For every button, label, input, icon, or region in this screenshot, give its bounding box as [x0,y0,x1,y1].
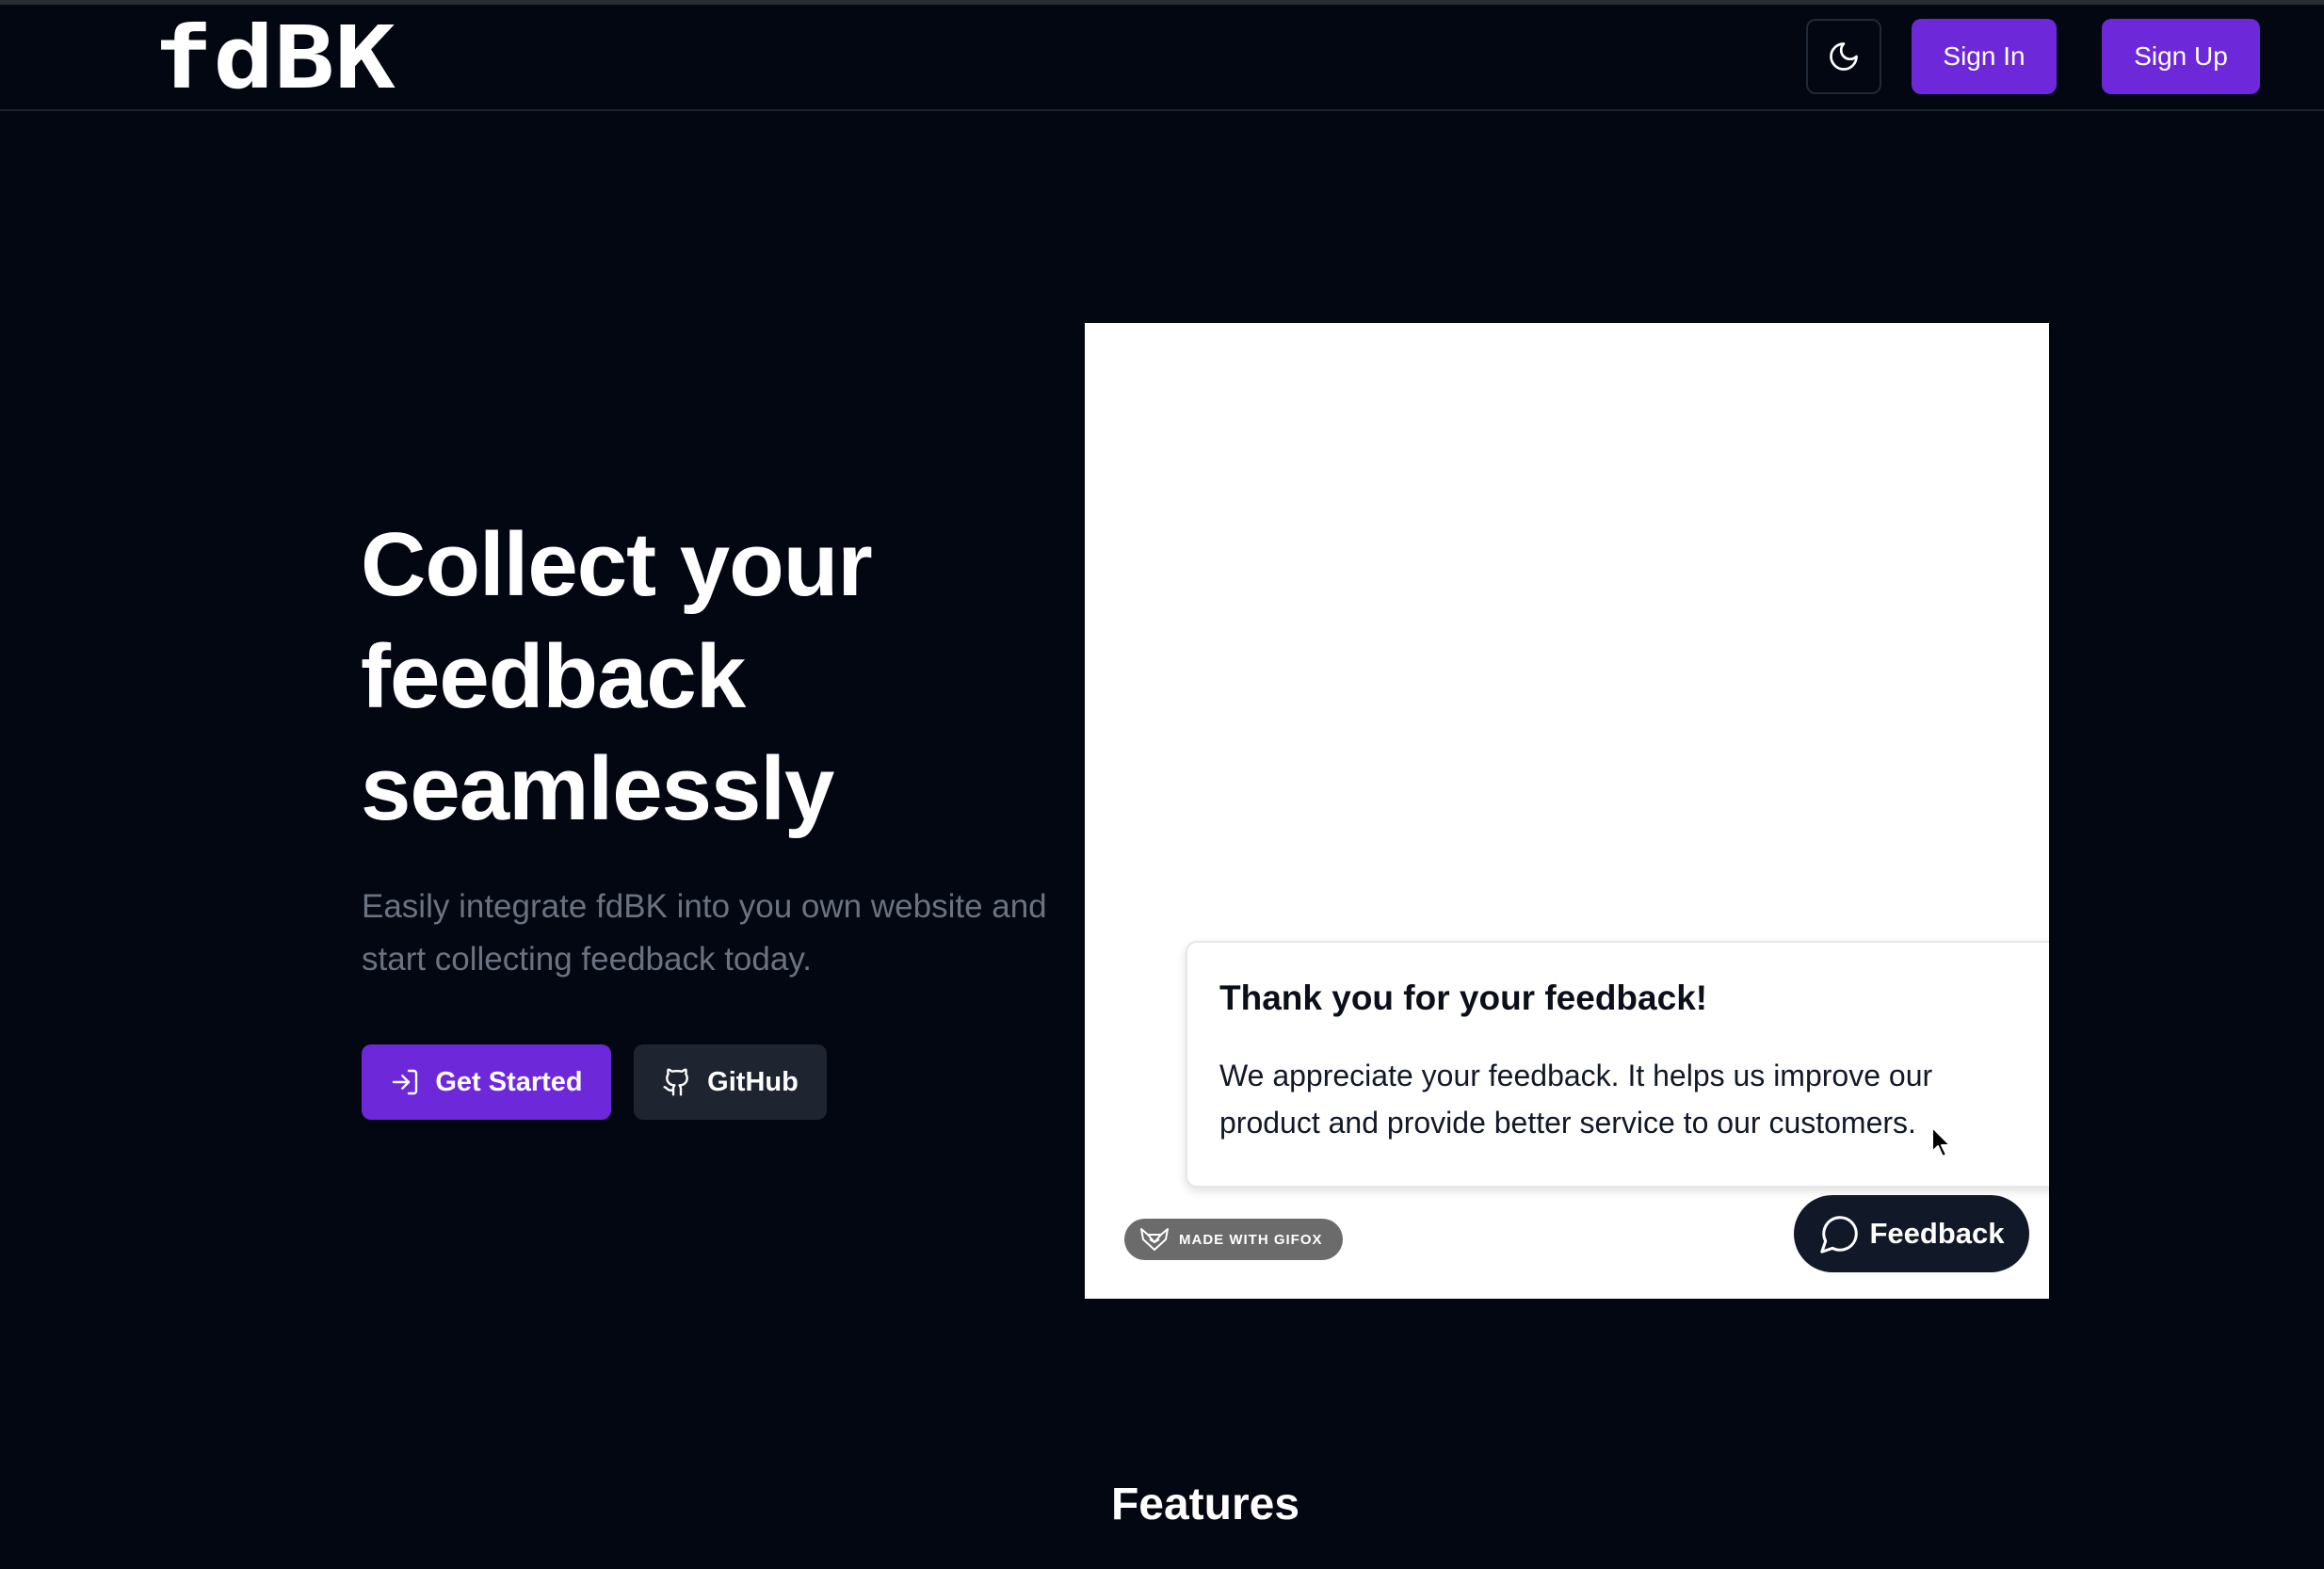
feedback-widget-label: Feedback [1869,1217,2005,1250]
gifox-badge-text: MADE WITH GIFOX [1179,1231,1323,1248]
sign-in-label: Sign In [1943,41,2025,71]
mouse-cursor-icon [1931,1126,1951,1157]
thank-you-body-line: product and provide better service to ou… [1219,1106,1916,1140]
logo[interactable]: fdBK [153,18,397,101]
hero-subtitle-line: Easily integrate fdBK into you own websi… [362,888,1047,925]
sign-in-button[interactable]: Sign In [1912,19,2057,94]
theme-toggle-button[interactable] [1806,19,1881,94]
thank-you-body: We appreciate your feedback. It helps us… [1219,1052,2049,1146]
feedback-widget-button[interactable]: Feedback [1794,1195,2029,1272]
gifox-badge: MADE WITH GIFOX [1124,1219,1343,1260]
sign-up-button[interactable]: Sign Up [2102,19,2260,94]
logo-wordmark: fdBK [153,18,396,101]
thank-you-card: Thank you for your feedback! We apprecia… [1186,941,2049,1188]
sign-up-label: Sign Up [2134,41,2228,71]
moon-icon [1830,42,1858,71]
get-started-label: Get Started [435,1066,583,1097]
svg-text:fdBK: fdBK [153,18,396,101]
login-arrow-icon [393,1069,418,1095]
hero-title-line: Collect your [361,514,873,615]
hero-subtitle-line: start collecting feedback today. [362,941,812,978]
features-heading: Features [1110,1480,1300,1529]
get-started-button[interactable]: Get Started [362,1044,611,1120]
thank-you-body-line: We appreciate your feedback. It helps us… [1219,1059,1933,1092]
github-button[interactable]: GitHub [634,1044,827,1120]
github-icon [663,1068,689,1096]
fox-icon [1140,1228,1169,1251]
demo-preview: Thank you for your feedback! We apprecia… [1085,323,2049,1299]
chat-bubble-icon [1820,1216,1859,1254]
hero-subtitle: Easily integrate fdBK into you own websi… [362,881,1096,986]
hero-title-line: seamlessly [361,738,834,839]
github-label: GitHub [707,1066,799,1097]
site-header: fdBK Sign In Sign Up [0,5,2324,111]
hero-title: Collect your feedback seamlessly [361,509,1076,845]
hero-title-line: feedback [361,626,746,727]
thank-you-title: Thank you for your feedback! [1219,979,1708,1017]
